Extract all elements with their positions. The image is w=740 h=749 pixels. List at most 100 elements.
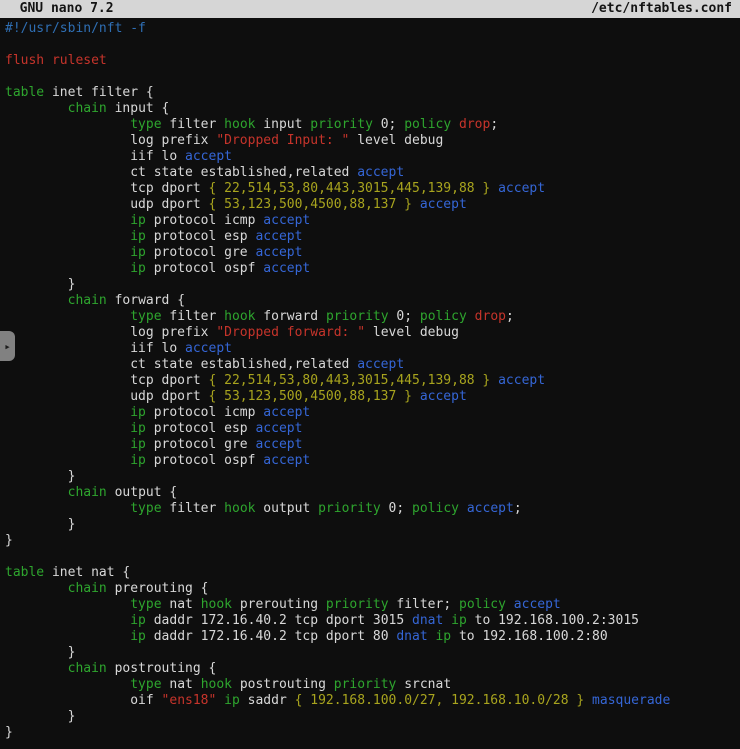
code-token: inet nat {: [44, 565, 130, 580]
code-token: ip: [130, 437, 146, 452]
code-line[interactable]: iif lo accept: [5, 149, 740, 165]
code-line[interactable]: type filter hook input priority 0; polic…: [5, 117, 740, 133]
code-line[interactable]: udp dport { 53,123,500,4500,88,137 } acc…: [5, 389, 740, 405]
code-line[interactable]: ip daddr 172.16.40.2 tcp dport 3015 dnat…: [5, 613, 740, 629]
code-line[interactable]: type filter hook forward priority 0; pol…: [5, 309, 740, 325]
code-token: accept: [255, 437, 302, 452]
code-token: ip: [224, 693, 240, 708]
code-line[interactable]: tcp dport { 22,514,53,80,443,3015,445,13…: [5, 181, 740, 197]
code-line[interactable]: ip protocol gre accept: [5, 437, 740, 453]
code-line[interactable]: }: [5, 533, 740, 549]
code-line[interactable]: ip protocol esp accept: [5, 421, 740, 437]
code-token: accept: [255, 245, 302, 260]
code-line[interactable]: }: [5, 645, 740, 661]
side-panel-toggle[interactable]: ▸: [0, 331, 15, 361]
code-token: accept: [185, 341, 232, 356]
code-token: accept: [498, 181, 545, 196]
code-token: chain: [68, 101, 107, 116]
code-line[interactable]: udp dport { 53,123,500,4500,88,137 } acc…: [5, 197, 740, 213]
code-line[interactable]: tcp dport { 22,514,53,80,443,3015,445,13…: [5, 373, 740, 389]
code-token: postrouting {: [107, 661, 217, 676]
code-token: ip: [435, 629, 451, 644]
code-token: #!/usr/sbin/nft -f: [5, 21, 146, 36]
code-line[interactable]: ip protocol icmp accept: [5, 405, 740, 421]
code-token: nat: [162, 597, 201, 612]
code-line[interactable]: chain prerouting {: [5, 581, 740, 597]
code-token: input {: [107, 101, 170, 116]
code-token: 0;: [389, 309, 420, 324]
code-token: filter: [162, 501, 225, 516]
code-token: ct state established,related: [5, 357, 357, 372]
code-token: accept: [514, 597, 561, 612]
code-token: policy: [404, 117, 451, 132]
code-line[interactable]: ct state established,related accept: [5, 165, 740, 181]
code-token: ip: [130, 229, 146, 244]
code-line[interactable]: }: [5, 469, 740, 485]
code-token: [5, 629, 130, 644]
code-token: drop: [475, 309, 506, 324]
code-line[interactable]: type nat hook prerouting priority filter…: [5, 597, 740, 613]
code-token: [5, 213, 130, 228]
code-line[interactable]: chain forward {: [5, 293, 740, 309]
code-line[interactable]: }: [5, 725, 740, 741]
code-token: }: [5, 645, 75, 660]
code-token: tcp dport: [5, 373, 209, 388]
code-token: [412, 197, 420, 212]
code-token: [5, 405, 130, 420]
code-token: [5, 597, 130, 612]
code-token: table: [5, 85, 44, 100]
code-line[interactable]: [5, 549, 740, 565]
code-line[interactable]: ip daddr 172.16.40.2 tcp dport 80 dnat i…: [5, 629, 740, 645]
code-line[interactable]: [5, 37, 740, 53]
code-token: priority: [310, 117, 373, 132]
code-token: chain: [68, 293, 107, 308]
code-token: [459, 501, 467, 516]
code-line[interactable]: }: [5, 709, 740, 725]
code-line[interactable]: type filter hook output priority 0; poli…: [5, 501, 740, 517]
code-token: [5, 613, 130, 628]
code-token: }: [5, 709, 75, 724]
code-line[interactable]: flush ruleset: [5, 53, 740, 69]
code-line[interactable]: }: [5, 517, 740, 533]
code-line[interactable]: ip protocol icmp accept: [5, 213, 740, 229]
code-line[interactable]: log prefix "Dropped forward: " level deb…: [5, 325, 740, 341]
code-token: protocol esp: [146, 229, 256, 244]
code-line[interactable]: type nat hook postrouting priority srcna…: [5, 677, 740, 693]
code-line[interactable]: chain input {: [5, 101, 740, 117]
code-token: flush ruleset: [5, 53, 107, 68]
code-line[interactable]: table inet nat {: [5, 565, 740, 581]
code-line[interactable]: }: [5, 277, 740, 293]
code-token: protocol ospf: [146, 261, 263, 276]
code-token: [5, 437, 130, 452]
code-line[interactable]: ct state established,related accept: [5, 357, 740, 373]
code-line[interactable]: chain postrouting {: [5, 661, 740, 677]
code-token: [5, 309, 130, 324]
code-token: type: [130, 309, 161, 324]
code-token: nat: [162, 677, 201, 692]
code-line[interactable]: [5, 69, 740, 85]
code-token: to 192.168.100.2:3015: [467, 613, 639, 628]
code-line[interactable]: oif "ens18" ip saddr { 192.168.100.0/27,…: [5, 693, 740, 709]
code-token: forward: [255, 309, 325, 324]
code-token: input: [255, 117, 310, 132]
code-token: priority: [326, 309, 389, 324]
code-line[interactable]: ip protocol ospf accept: [5, 261, 740, 277]
code-token: accept: [263, 453, 310, 468]
code-line[interactable]: log prefix "Dropped Input: " level debug: [5, 133, 740, 149]
code-token: saddr: [240, 693, 295, 708]
code-line[interactable]: chain output {: [5, 485, 740, 501]
code-token: [584, 693, 592, 708]
code-line[interactable]: #!/usr/sbin/nft -f: [5, 21, 740, 37]
code-line[interactable]: ip protocol gre accept: [5, 245, 740, 261]
code-line[interactable]: iif lo accept: [5, 341, 740, 357]
code-line[interactable]: ip protocol ospf accept: [5, 453, 740, 469]
code-token: prerouting {: [107, 581, 209, 596]
editor-content[interactable]: #!/usr/sbin/nft -f flush ruleset table i…: [0, 18, 740, 741]
code-token: dnat: [396, 629, 427, 644]
code-line[interactable]: table inet filter {: [5, 85, 740, 101]
code-token: daddr 172.16.40.2 tcp dport 80: [146, 629, 396, 644]
code-token: ip: [130, 405, 146, 420]
code-line[interactable]: ip protocol esp accept: [5, 229, 740, 245]
code-token: srcnat: [396, 677, 451, 692]
code-token: dnat: [412, 613, 443, 628]
